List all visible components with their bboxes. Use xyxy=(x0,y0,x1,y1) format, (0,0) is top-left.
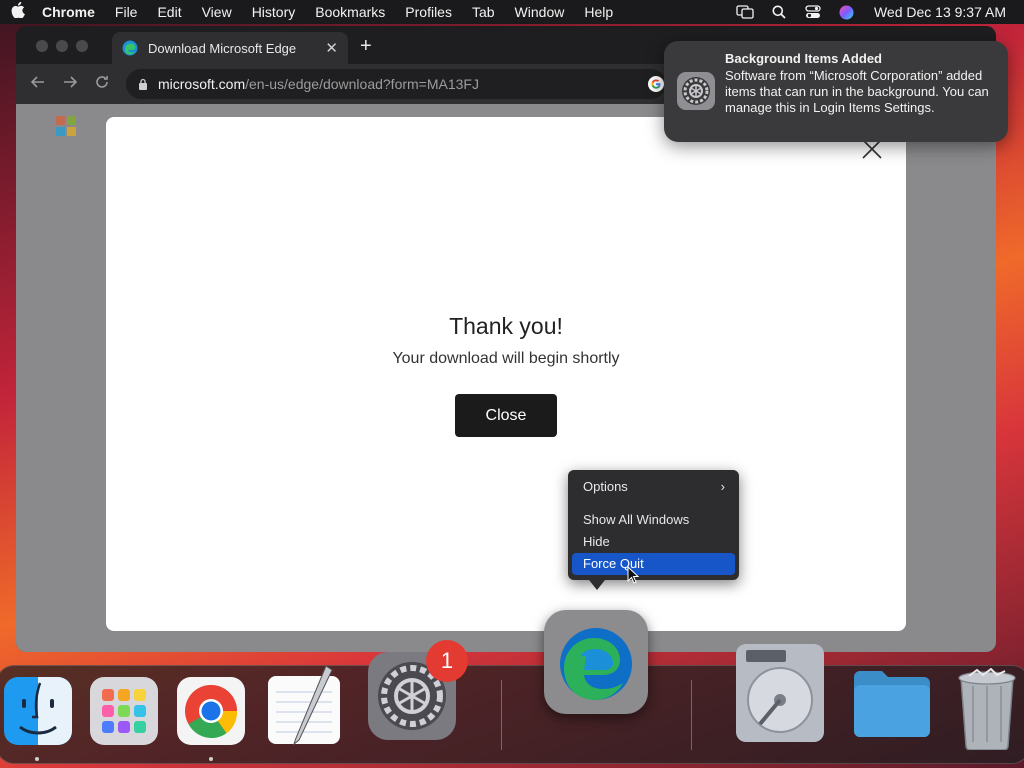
menu-clock[interactable]: Wed Dec 13 9:37 AM xyxy=(864,4,1024,20)
menu-history[interactable]: History xyxy=(242,4,306,20)
context-menu-pointer xyxy=(589,580,605,590)
menu-item-hide[interactable]: Hide xyxy=(572,531,735,553)
screen-mirroring-icon[interactable] xyxy=(728,5,762,19)
background-items-notification[interactable]: Background Items Added Software from “Mi… xyxy=(664,41,1008,142)
modal-heading: Thank you! xyxy=(449,313,563,339)
notification-body: Software from “Microsoft Corporation” ad… xyxy=(725,68,989,115)
edge-favicon-icon xyxy=(122,40,138,56)
tab-close-icon[interactable]: ✕ xyxy=(325,39,338,57)
reload-icon[interactable] xyxy=(94,74,110,95)
chrome-running-indicator xyxy=(209,757,213,761)
google-icon[interactable] xyxy=(648,76,664,92)
finder-running-indicator xyxy=(35,757,39,761)
close-button[interactable]: Close xyxy=(455,394,557,437)
menu-item-options[interactable]: Options › xyxy=(572,476,735,498)
microsoft-logo-icon xyxy=(56,116,76,136)
window-zoom-control[interactable] xyxy=(76,40,88,52)
system-settings-icon xyxy=(677,72,715,110)
folder-icon[interactable] xyxy=(850,663,934,747)
menu-bar: Chrome File Edit View History Bookmarks … xyxy=(0,0,1024,24)
siri-icon[interactable] xyxy=(830,5,864,20)
chevron-right-icon: › xyxy=(720,479,725,494)
menu-profiles[interactable]: Profiles xyxy=(395,4,462,20)
apple-menu-icon[interactable] xyxy=(0,1,36,23)
mouse-cursor-icon xyxy=(627,566,639,584)
forward-icon[interactable] xyxy=(62,74,78,95)
spotlight-search-icon[interactable] xyxy=(762,5,796,19)
dock-separator xyxy=(501,680,502,750)
launchpad-icon[interactable] xyxy=(90,677,158,745)
textedit-icon[interactable] xyxy=(266,662,342,746)
lock-icon xyxy=(139,78,147,90)
address-bar[interactable]: microsoft.com/en-us/edge/download?form=M… xyxy=(126,69,666,99)
url-path: /en-us/edge/download?form=MA13FJ xyxy=(245,76,479,92)
menu-item-show-all-windows[interactable]: Show All Windows xyxy=(572,509,735,531)
back-icon[interactable] xyxy=(30,74,46,95)
menu-file[interactable]: File xyxy=(105,4,148,20)
window-minimize-control[interactable] xyxy=(56,40,68,52)
window-close-control[interactable] xyxy=(36,40,48,52)
dock-separator xyxy=(691,680,692,750)
menu-item-force-quit[interactable]: Force Quit xyxy=(572,553,735,575)
microsoft-edge-icon xyxy=(560,628,632,700)
menu-edit[interactable]: Edit xyxy=(147,4,191,20)
menu-item-label: Options xyxy=(583,479,628,494)
finder-icon[interactable] xyxy=(4,677,72,745)
new-tab-button[interactable]: + xyxy=(360,35,372,58)
tab-download-edge[interactable]: Download Microsoft Edge ✕ xyxy=(112,32,348,64)
trash-icon[interactable] xyxy=(955,668,1019,750)
chrome-dock-icon[interactable] xyxy=(177,677,245,745)
menu-help[interactable]: Help xyxy=(574,4,623,20)
settings-notification-badge: 1 xyxy=(426,640,468,682)
notification-title: Background Items Added xyxy=(725,51,882,66)
control-center-icon[interactable] xyxy=(796,5,830,19)
modal-subtext: Your download will begin shortly xyxy=(392,350,620,367)
url-host: microsoft.com xyxy=(158,76,246,92)
menu-bookmarks[interactable]: Bookmarks xyxy=(305,4,395,20)
menu-tab[interactable]: Tab xyxy=(462,4,505,20)
menu-app-name[interactable]: Chrome xyxy=(36,4,105,20)
dock-context-menu: Options › Show All Windows Hide Force Qu… xyxy=(568,470,739,580)
disk-utility-icon[interactable] xyxy=(730,640,830,744)
menu-separator xyxy=(580,506,727,507)
menu-window[interactable]: Window xyxy=(505,4,575,20)
menu-view[interactable]: View xyxy=(192,4,242,20)
download-modal: Thank you! Your download will begin shor… xyxy=(106,117,906,631)
tab-title: Download Microsoft Edge xyxy=(148,40,297,56)
edge-dock-icon[interactable] xyxy=(544,610,648,714)
